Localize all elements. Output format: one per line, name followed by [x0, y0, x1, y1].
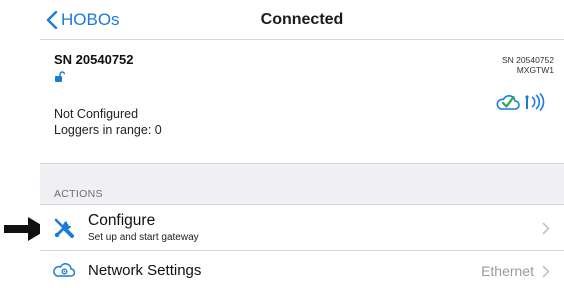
- network-gear-icon: [53, 263, 75, 277]
- device-serial-small: SN 20540752: [502, 55, 554, 65]
- network-settings-title: Network Settings: [88, 262, 202, 279]
- device-serial: SN 20540752: [54, 52, 134, 67]
- actions-section-header-band: ACTIONS: [40, 163, 564, 205]
- actions-section-header: ACTIONS: [54, 188, 103, 200]
- device-card: SN 20540752 Not Configured Loggers in ra…: [40, 41, 564, 163]
- wireless-signal-icon: [525, 93, 545, 111]
- navigation-bar: HOBOs Connected: [40, 0, 564, 40]
- network-settings-row[interactable]: Network Settings Ethernet: [40, 252, 564, 288]
- loggers-in-range: Loggers in range: 0: [54, 123, 162, 137]
- configure-subtitle: Set up and start gateway: [88, 232, 199, 243]
- page-title: Connected: [260, 11, 344, 28]
- wrench-screwdriver-icon: [54, 218, 74, 238]
- configure-title: Configure: [88, 212, 156, 229]
- screen: HOBOs Connected SN 20540752 Not Configur…: [0, 0, 564, 288]
- chevron-right-icon: [542, 265, 550, 278]
- configure-row[interactable]: Configure Set up and start gateway: [40, 206, 564, 251]
- configuration-status: Not Configured: [54, 107, 139, 121]
- chevron-right-icon: [542, 222, 550, 235]
- cloud-check-icon: [496, 95, 520, 110]
- network-settings-value: Ethernet: [481, 263, 534, 279]
- gateway-id: MXGTW1: [516, 65, 554, 75]
- app-panel: HOBOs Connected SN 20540752 Not Configur…: [40, 0, 564, 288]
- unlock-icon: [55, 71, 66, 82]
